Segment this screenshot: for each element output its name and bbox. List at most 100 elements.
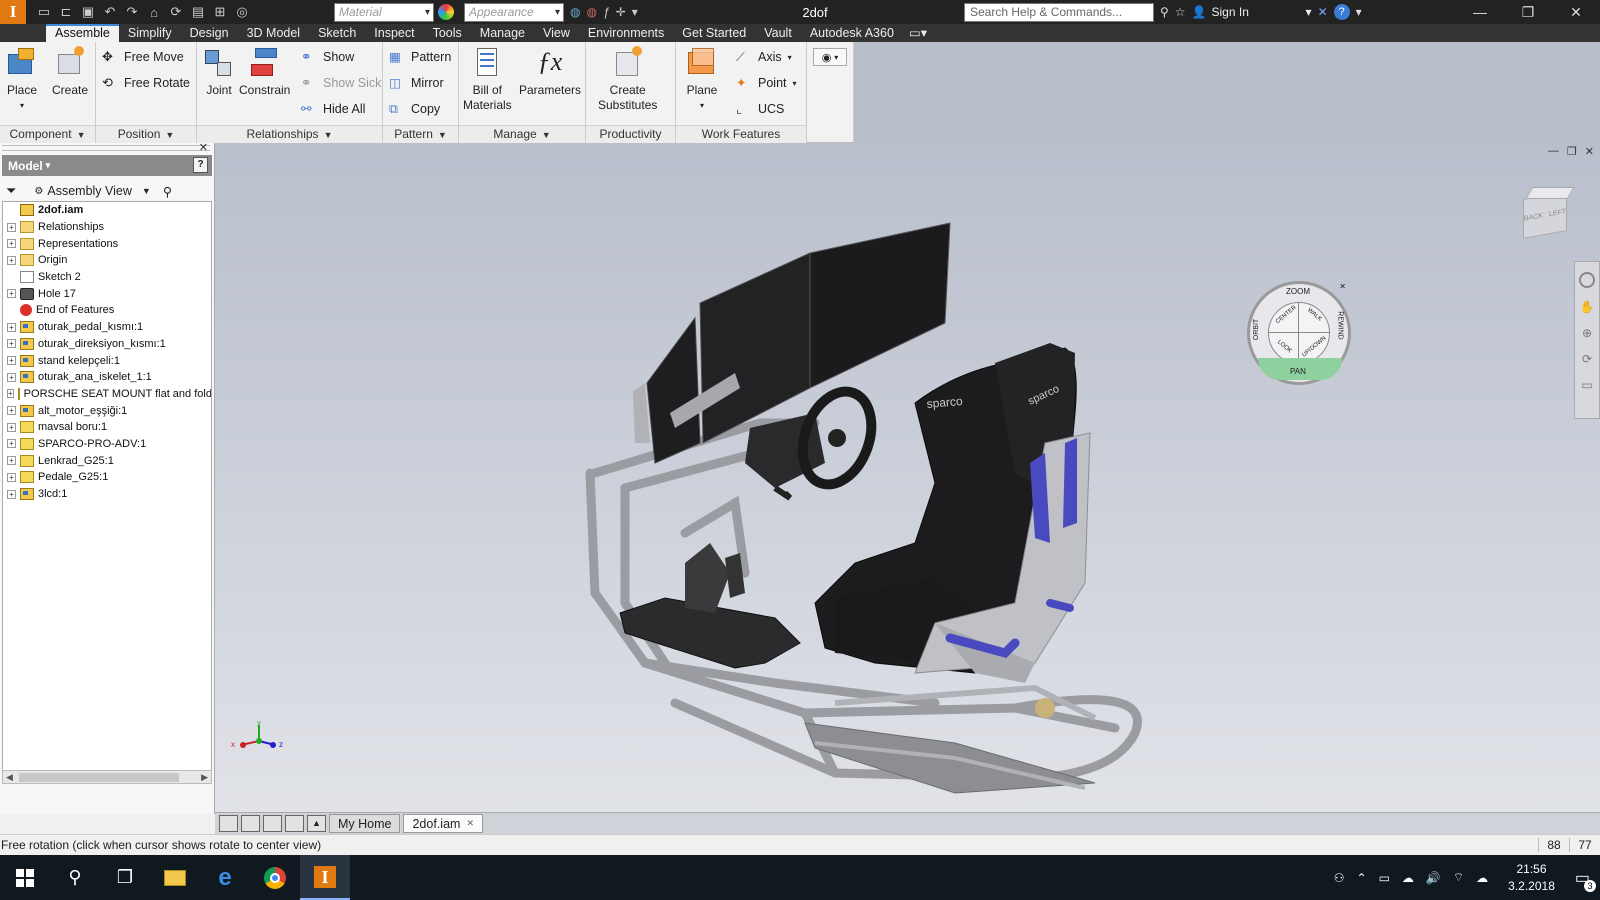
- tree-expander-icon[interactable]: +: [7, 389, 14, 399]
- browser-close-icon[interactable]: ✕: [199, 141, 208, 154]
- tree-item[interactable]: + oturak_direksiyon_kısmı:1: [3, 336, 211, 353]
- tree-expander-icon[interactable]: +: [7, 439, 16, 449]
- adjust-appearance-icon[interactable]: ◍: [570, 5, 580, 19]
- find-binoculars-icon[interactable]: ⚲: [163, 184, 172, 199]
- crosshair-icon[interactable]: ✛: [616, 5, 626, 19]
- browser-help-icon[interactable]: ?: [193, 157, 208, 173]
- measure-icon[interactable]: ⊞: [210, 3, 230, 21]
- show-sick-button[interactable]: ⚭ Show Sick: [301, 74, 381, 92]
- fx-icon[interactable]: ƒ: [603, 5, 610, 19]
- help-dropdown-icon[interactable]: ▾: [1356, 5, 1362, 19]
- manage-panel-label[interactable]: Manage ▼: [459, 125, 585, 143]
- clear-appearance-icon[interactable]: ◍: [586, 5, 596, 19]
- tree-item[interactable]: + oturak_pedal_kısmı:1: [3, 319, 211, 336]
- tab-autodesk-a360[interactable]: Autodesk A360: [801, 24, 903, 42]
- task-view-icon[interactable]: ❐: [100, 855, 150, 900]
- inventor-app-icon[interactable]: I: [300, 855, 350, 900]
- navbar-pan-icon[interactable]: ✋: [1580, 300, 1595, 314]
- people-icon[interactable]: ⚇: [1334, 871, 1345, 885]
- ucs-button[interactable]: ⌞ UCS: [736, 100, 784, 118]
- tab-vault[interactable]: Vault: [755, 24, 801, 42]
- position-panel-label[interactable]: Position ▼: [96, 125, 196, 143]
- parameters-button[interactable]: ƒx Parameters: [519, 46, 581, 98]
- select-icon[interactable]: ▤: [188, 3, 208, 21]
- tab-environments[interactable]: Environments: [579, 24, 673, 42]
- tree-item[interactable]: End of Features: [3, 302, 211, 319]
- material-combo[interactable]: Material: [334, 2, 434, 22]
- constrain-button[interactable]: Constrain: [239, 46, 290, 98]
- tab-simplify[interactable]: Simplify: [119, 24, 181, 42]
- tree-expander-icon[interactable]: +: [7, 372, 16, 382]
- tab-tools[interactable]: Tools: [424, 24, 471, 42]
- axis-button[interactable]: ⟋ Axis ▾: [736, 48, 792, 66]
- hide-all-button[interactable]: ⚯ Hide All: [301, 100, 365, 118]
- create-substitutes-button[interactable]: Create Substitutes: [598, 46, 657, 113]
- cloud-sync-icon[interactable]: ☁: [1476, 871, 1488, 885]
- tree-item[interactable]: + PORSCHE SEAT MOUNT flat and fold: [3, 386, 211, 403]
- search-input[interactable]: Search Help & Commands...: [964, 2, 1154, 22]
- tab-get-started[interactable]: Get Started: [673, 24, 755, 42]
- tree-item[interactable]: + stand kelepçeli:1: [3, 352, 211, 369]
- browser-grip[interactable]: [2, 145, 210, 151]
- redo-icon[interactable]: ↷: [122, 3, 142, 21]
- navwheel-rewind[interactable]: REWIND: [1336, 311, 1343, 339]
- binoculars-icon[interactable]: ⚲: [1160, 5, 1169, 19]
- graphics-viewport[interactable]: — ❐ ✕ sparco sparco BACK LEFT ZOOM REWIN…: [215, 143, 1600, 814]
- point-button[interactable]: ✦ Point ▾: [736, 74, 797, 92]
- restore-icon[interactable]: ❐: [1504, 0, 1552, 24]
- ribbon-display-toggle-icon[interactable]: ▭▾: [903, 24, 933, 42]
- tab-close-icon[interactable]: ✕: [466, 818, 474, 829]
- scroll-left-icon[interactable]: ◀: [6, 772, 13, 783]
- pattern-button[interactable]: ▦ Pattern: [389, 48, 451, 66]
- action-center-icon[interactable]: ▭ 3: [1575, 868, 1596, 892]
- wifi-icon[interactable]: ⌔: [1453, 870, 1464, 885]
- tree-expander-icon[interactable]: +: [7, 406, 16, 416]
- navbar-orbit-icon[interactable]: ⟳: [1582, 352, 1592, 366]
- appearance-combo[interactable]: Appearance: [464, 2, 564, 22]
- battery-icon[interactable]: ▭: [1379, 871, 1390, 885]
- copy-button[interactable]: ⧉ Copy: [389, 100, 440, 118]
- assembly-view-dropdown[interactable]: ⚙ Assembly View ▼: [34, 184, 150, 198]
- tree-item[interactable]: + oturak_ana_iskelet_1:1: [3, 369, 211, 386]
- navwheel-close-icon[interactable]: ✕: [1339, 282, 1346, 291]
- tree-item[interactable]: + SPARCO-PRO-ADV:1: [3, 436, 211, 453]
- open-folder-icon[interactable]: ⊏: [56, 3, 76, 21]
- tab-my-home[interactable]: My Home: [329, 814, 401, 833]
- filter-icon[interactable]: ⏷: [6, 183, 16, 199]
- clock[interactable]: 21:56 3.2.2018: [1508, 861, 1555, 895]
- create-button[interactable]: Create: [52, 46, 88, 98]
- navbar-zoom-icon[interactable]: ⊕: [1582, 326, 1592, 340]
- tree-item[interactable]: 2dof.iam: [3, 202, 211, 219]
- panel-options-button[interactable]: ◉ ▾: [813, 48, 847, 66]
- tab-list-icon[interactable]: ▲: [307, 815, 326, 832]
- tab-sketch[interactable]: Sketch: [309, 24, 365, 42]
- new-file-icon[interactable]: ▭: [34, 3, 54, 21]
- steering-wheel-navigation[interactable]: ZOOM REWIND PAN ORBIT CENTER WALK LOOK U…: [1247, 281, 1351, 385]
- browser-header[interactable]: Model ▾ ?: [2, 155, 212, 176]
- file-explorer-icon[interactable]: [150, 855, 200, 900]
- tree-expander-icon[interactable]: +: [7, 472, 16, 482]
- tree-expander-icon[interactable]: +: [7, 339, 16, 349]
- work-features-panel-label[interactable]: Work Features: [676, 125, 806, 143]
- favorites-star-icon[interactable]: ☆: [1175, 5, 1186, 19]
- onedrive-icon[interactable]: ☁: [1402, 871, 1414, 885]
- navwheel-pan[interactable]: PAN: [1290, 367, 1306, 376]
- tree-expander-icon[interactable]: +: [7, 422, 16, 432]
- joint-button[interactable]: Joint: [203, 46, 235, 98]
- navwheel-zoom[interactable]: ZOOM: [1286, 287, 1310, 296]
- layout-tile-icon[interactable]: [241, 815, 260, 832]
- navbar-wheel-icon[interactable]: [1579, 272, 1595, 288]
- pattern-panel-label[interactable]: Pattern ▼: [383, 125, 458, 143]
- tree-expander-icon[interactable]: +: [7, 289, 16, 299]
- tree-expander-icon[interactable]: +: [7, 322, 16, 332]
- close-icon[interactable]: ✕: [1552, 0, 1600, 24]
- component-panel-label[interactable]: Component ▼: [0, 125, 95, 143]
- layout-vertical-icon[interactable]: [285, 815, 304, 832]
- show-button[interactable]: ⚭ Show: [301, 48, 354, 66]
- tree-expander-icon[interactable]: +: [7, 239, 16, 249]
- tree-expander-icon[interactable]: +: [7, 356, 16, 366]
- undo-icon[interactable]: ↶: [100, 3, 120, 21]
- exchange-icon[interactable]: ✕: [1318, 5, 1328, 19]
- tree-item[interactable]: + Relationships: [3, 219, 211, 236]
- relationships-panel-label[interactable]: Relationships ▼: [197, 125, 382, 143]
